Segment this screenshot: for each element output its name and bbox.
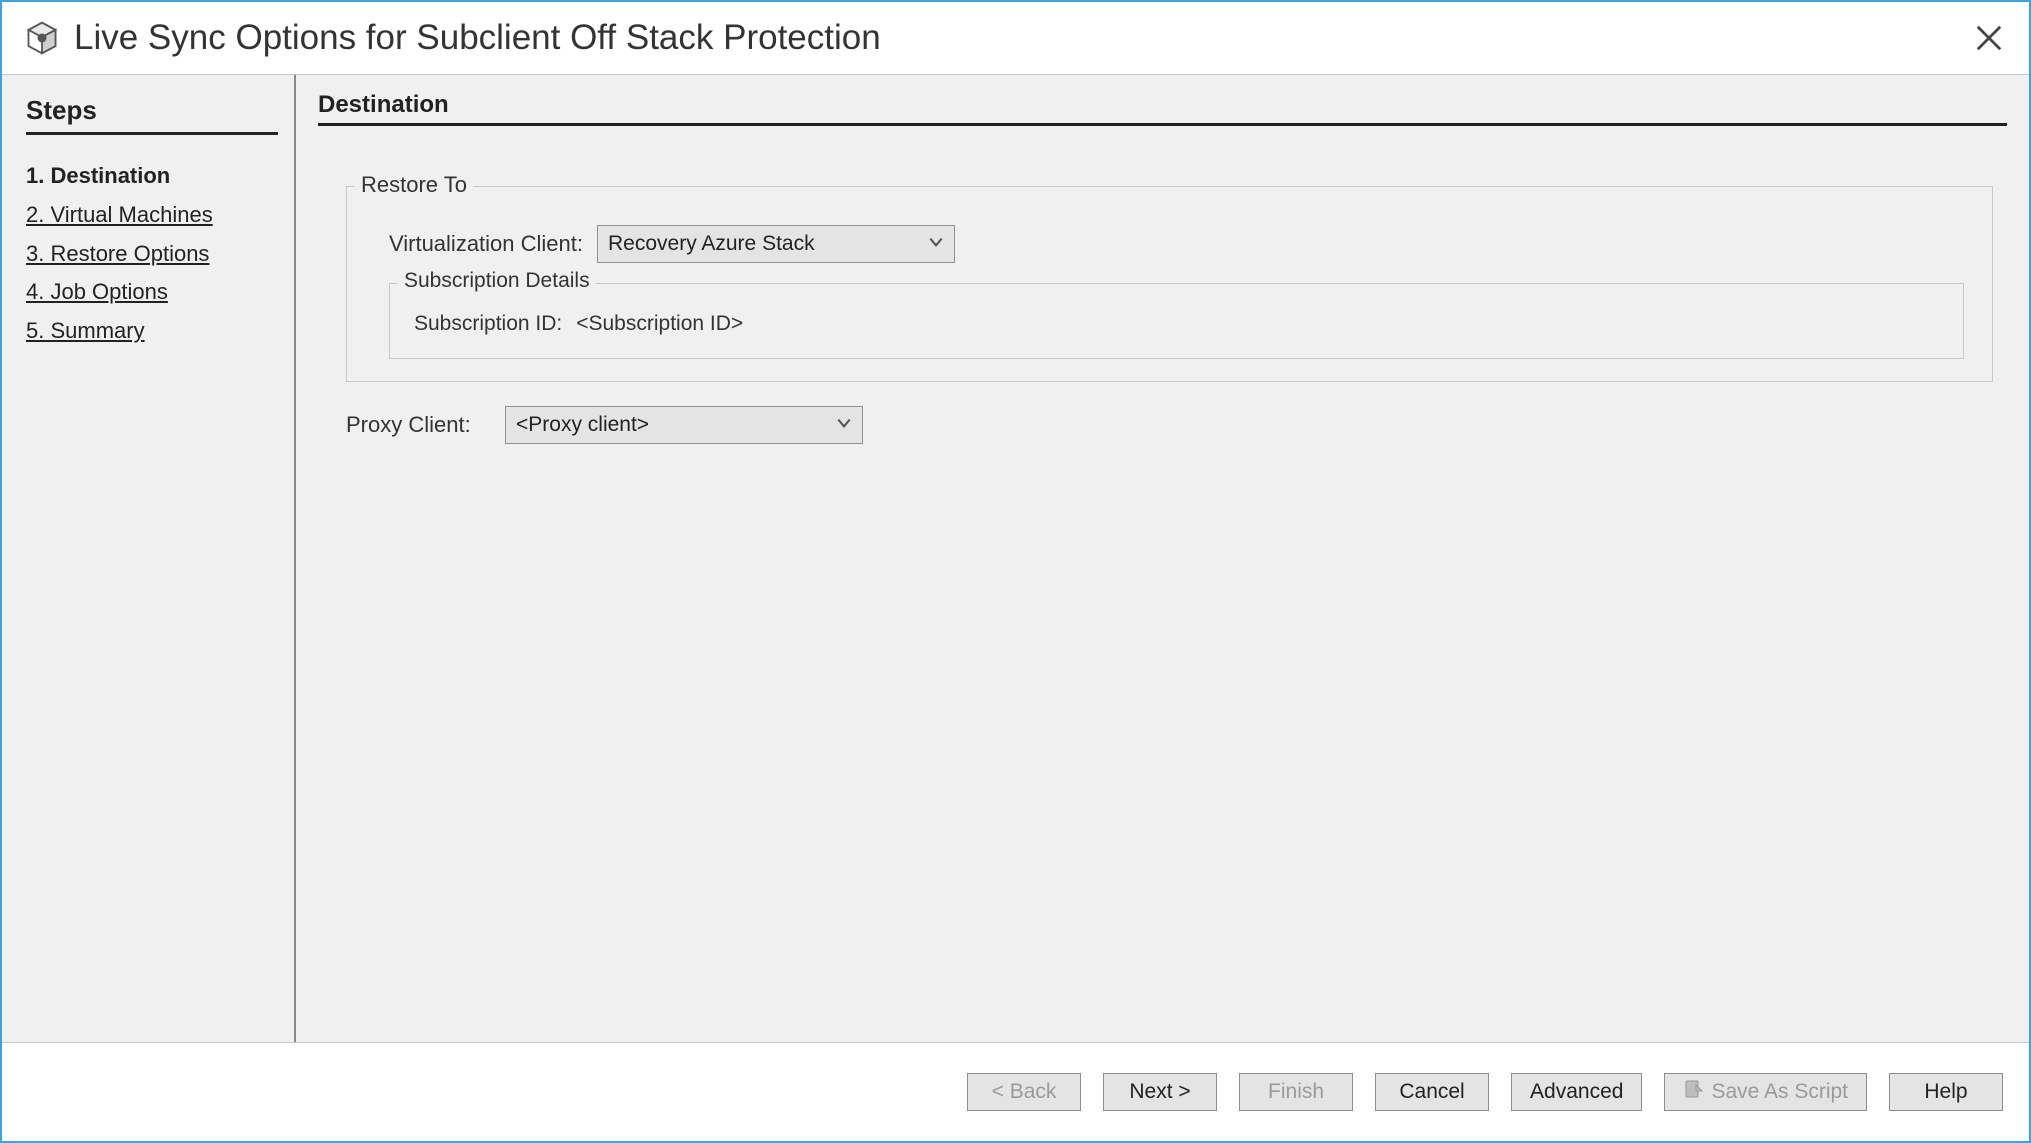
dialog-body: Steps 1. Destination 2. Virtual Machines… xyxy=(2,74,2029,1043)
virtualization-client-row: Virtualization Client: Recovery Azure St… xyxy=(383,225,1968,263)
steps-list: 1. Destination 2. Virtual Machines 3. Re… xyxy=(26,161,274,347)
back-button: < Back xyxy=(967,1073,1081,1111)
proxy-client-label: Proxy Client: xyxy=(346,412,491,438)
app-icon xyxy=(24,20,60,56)
cancel-button[interactable]: Cancel xyxy=(1375,1073,1489,1111)
subscription-id-label: Subscription ID: xyxy=(414,312,562,336)
close-icon xyxy=(1974,23,2004,53)
chevron-down-icon xyxy=(928,232,944,256)
titlebar: Live Sync Options for Subclient Off Stac… xyxy=(2,2,2029,74)
dialog-window: Live Sync Options for Subclient Off Stac… xyxy=(0,0,2031,1143)
restore-to-group: Restore To Virtualization Client: Recove… xyxy=(346,186,1993,382)
step-destination[interactable]: 1. Destination xyxy=(26,161,274,192)
main-panel: Destination Restore To Virtualization Cl… xyxy=(296,75,2029,1042)
save-as-script-button: Save As Script xyxy=(1664,1073,1867,1111)
step-summary[interactable]: 5. Summary xyxy=(26,316,274,347)
proxy-client-select[interactable]: <Proxy client> xyxy=(505,406,863,444)
main-heading: Destination xyxy=(318,91,2007,126)
subscription-details-legend: Subscription Details xyxy=(398,269,596,293)
window-title: Live Sync Options for Subclient Off Stac… xyxy=(74,18,881,58)
steps-heading: Steps xyxy=(26,95,278,135)
subscription-details-group: Subscription Details Subscription ID: <S… xyxy=(389,283,1964,359)
virtualization-client-value: Recovery Azure Stack xyxy=(608,232,815,256)
finish-button: Finish xyxy=(1239,1073,1353,1111)
subscription-id-value: <Subscription ID> xyxy=(576,312,743,336)
proxy-client-value: <Proxy client> xyxy=(516,413,649,437)
next-button[interactable]: Next > xyxy=(1103,1073,1217,1111)
virtualization-client-select[interactable]: Recovery Azure Stack xyxy=(597,225,955,263)
script-icon xyxy=(1683,1079,1703,1105)
step-job-options[interactable]: 4. Job Options xyxy=(26,277,274,308)
advanced-button[interactable]: Advanced xyxy=(1511,1073,1642,1111)
help-button[interactable]: Help xyxy=(1889,1073,2003,1111)
footer: < Back Next > Finish Cancel Advanced Sav… xyxy=(2,1043,2029,1141)
close-button[interactable] xyxy=(1963,12,2015,64)
steps-sidebar: Steps 1. Destination 2. Virtual Machines… xyxy=(2,75,296,1042)
subscription-id-row: Subscription ID: <Subscription ID> xyxy=(414,312,1939,336)
save-as-script-label: Save As Script xyxy=(1711,1080,1848,1104)
step-restore-options[interactable]: 3. Restore Options xyxy=(26,239,274,270)
step-virtual-machines[interactable]: 2. Virtual Machines xyxy=(26,200,274,231)
virtualization-client-label: Virtualization Client: xyxy=(383,231,583,257)
chevron-down-icon xyxy=(836,413,852,437)
restore-to-legend: Restore To xyxy=(355,172,473,198)
proxy-client-row: Proxy Client: <Proxy client> xyxy=(346,406,2007,444)
